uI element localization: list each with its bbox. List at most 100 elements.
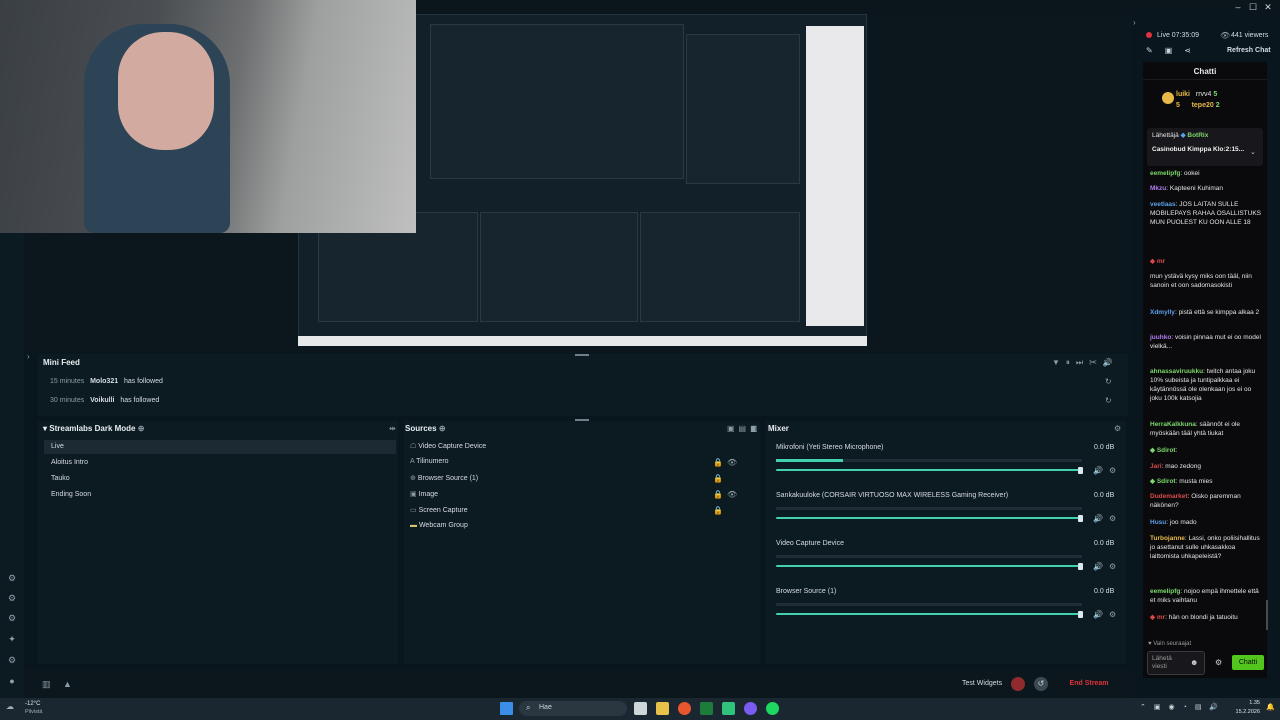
mixer-settings-icon[interactable]: ⚙ (1114, 424, 1121, 433)
lock-icon[interactable]: 🔒 (713, 474, 723, 483)
notifications-icon[interactable]: ▲ (63, 679, 72, 689)
chat-message: Mkzu: Kapteeni Kuhiman (1150, 185, 1223, 192)
chat-tools-icons[interactable]: ✎▣⋖ (1146, 46, 1203, 55)
chat-message: eemelipfg: ookei (1150, 170, 1200, 177)
nested-chat (806, 26, 864, 326)
lock-icon[interactable]: 🔒 (713, 506, 723, 515)
streamlabs-icon[interactable] (722, 702, 735, 715)
clock-time[interactable]: 1.35 (1234, 700, 1260, 706)
weather-icon[interactable]: ☁ (6, 702, 14, 711)
repeat-alert-icon[interactable]: ↻ (1105, 377, 1112, 386)
settings-icon[interactable]: ⚙ (6, 654, 18, 666)
lock-visibility-icons[interactable]: 🔒👁 (713, 490, 741, 499)
volume-meter (776, 507, 1082, 510)
volume-slider[interactable] (776, 565, 1082, 567)
profile-icon[interactable]: ● (6, 675, 18, 687)
firefox-icon[interactable] (678, 702, 691, 715)
system-tray-icons[interactable]: ⌃▣◉◔▤🔊 (1140, 703, 1226, 711)
weather-temp[interactable]: -12°C (25, 701, 40, 707)
file-explorer-icon[interactable] (656, 702, 669, 715)
feed-action: has followed (123, 378, 163, 385)
source-item[interactable]: A Tilinumero (410, 458, 449, 465)
minimize-icon[interactable]: – (1231, 1, 1245, 13)
mini-feed-panel (38, 354, 1128, 416)
spotify-icon[interactable] (766, 702, 779, 715)
layout-icon[interactable]: ⚙ (6, 592, 18, 604)
feed-user: Voikulli (90, 397, 115, 404)
notification-icon[interactable]: 🔔 (1266, 703, 1275, 711)
chat-scrollbar[interactable] (1266, 600, 1268, 630)
source-item[interactable]: ⊕ Browser Source (1) (410, 474, 478, 482)
close-icon[interactable]: ✕ (1261, 1, 1275, 13)
volume-slider-knob[interactable] (1078, 611, 1083, 618)
scene-item-active[interactable] (44, 440, 396, 454)
test-widgets-button[interactable]: Test Widgets (962, 680, 1002, 687)
pinned-expand-icon[interactable]: ⌄ (1250, 148, 1256, 156)
mini-feed-title: Mini Feed (43, 358, 80, 367)
taskbar-search[interactable] (519, 701, 627, 716)
source-item[interactable]: ▬ Webcam Group (410, 522, 468, 529)
expand-arrow-icon[interactable]: › (27, 352, 30, 361)
chat-message: Dudemarket: Oisko paremman näkönen? (1150, 493, 1241, 509)
leaderboard: luiki rrvv4 5 5 tepe20 2 (1176, 89, 1266, 111)
maximize-icon[interactable]: ☐ (1246, 1, 1260, 13)
volume-slider-knob[interactable] (1078, 467, 1083, 474)
chat-message: Turbojanne: Lassi, onko poliisihallitus … (1150, 535, 1260, 560)
mixer-channel-db: 0.0 dB (1094, 492, 1115, 499)
volume-slider-knob[interactable] (1078, 515, 1083, 522)
source-item[interactable]: ▭ Screen Capture (410, 506, 468, 514)
viewers-icon: 👁 (1220, 31, 1231, 40)
themes-icon[interactable]: ⚙ (6, 612, 18, 624)
feed-item: 30 minutes Voikulli has followed (50, 397, 159, 404)
studio-mode-icon[interactable]: ⚙ (6, 572, 18, 584)
scene-item[interactable]: Tauko (51, 475, 70, 482)
record-button[interactable] (1011, 677, 1025, 691)
mute-settings-icons[interactable]: 🔊⚙ (1093, 610, 1122, 619)
collapse-chat-icon[interactable]: › (1133, 18, 1136, 27)
volume-slider-knob[interactable] (1078, 563, 1083, 570)
discord-icon[interactable] (744, 702, 757, 715)
task-view-icon[interactable] (634, 702, 647, 715)
nested-mixer (640, 212, 800, 322)
terminal-icon[interactable] (700, 702, 713, 715)
scene-collection-title[interactable]: ▾ Streamlabs Dark Mode ⊕ (43, 424, 144, 433)
resize-handle[interactable] (575, 354, 589, 356)
leader-count: 2 (1215, 102, 1220, 109)
chat-message: juuhko: voisin pinnaa mut ei oo model vi… (1150, 334, 1261, 350)
chat-send-button[interactable]: Chatti (1232, 655, 1264, 670)
sources-title: Sources ⊕ (405, 424, 446, 433)
live-indicator-icon (1146, 32, 1152, 38)
refresh-chat-button[interactable]: Refresh Chat (1227, 47, 1271, 54)
scene-transition-icon[interactable]: ⇹ (389, 424, 396, 433)
scene-item[interactable]: Aloitus Intro (51, 459, 88, 466)
volume-slider[interactable] (776, 517, 1082, 519)
mixer-channel-db: 0.0 dB (1094, 540, 1115, 547)
volume-slider[interactable] (776, 613, 1082, 615)
replay-buffer-button[interactable]: ↺ (1034, 677, 1048, 691)
performance-icon[interactable]: ▥ (42, 679, 51, 690)
viewer-count: 441 viewers (1231, 32, 1269, 39)
source-item[interactable]: ▣ Image (410, 490, 438, 498)
chat-settings-icon[interactable]: ⚙ (1215, 658, 1222, 667)
end-stream-button[interactable]: End Stream (1056, 676, 1122, 692)
source-item[interactable]: ☖ Video Capture Device (410, 442, 486, 450)
tools-icon[interactable]: ✦ (6, 633, 18, 645)
mute-settings-icons[interactable]: 🔊⚙ (1093, 514, 1122, 523)
volume-slider[interactable] (776, 469, 1082, 471)
leader-count: 5 (1176, 102, 1180, 109)
chat-message: ◆ Sdirot: (1150, 447, 1178, 454)
mixer-panel-icon[interactable]: ▮ (752, 424, 756, 433)
leader-user: tepe20 (1191, 102, 1214, 109)
scene-item[interactable]: Ending Soon (51, 491, 91, 498)
mute-settings-icons[interactable]: 🔊⚙ (1093, 466, 1122, 475)
mini-feed-controls[interactable]: ▼⏸⏭✂🔊 (1052, 358, 1119, 368)
emote-icon[interactable]: ☻ (1190, 658, 1198, 667)
lock-visibility-icons[interactable]: 🔒👁 (713, 458, 741, 467)
chat-input-placeholder: Lähetä viesti (1152, 655, 1172, 670)
mute-settings-icons[interactable]: 🔊⚙ (1093, 562, 1122, 571)
windows-start-icon[interactable] (500, 702, 513, 715)
scene-item[interactable]: Live (51, 443, 64, 450)
volume-meter (776, 555, 1082, 558)
sources-toolbar[interactable]: ▣▤◧ (727, 424, 762, 433)
repeat-alert-icon[interactable]: ↻ (1105, 396, 1112, 405)
